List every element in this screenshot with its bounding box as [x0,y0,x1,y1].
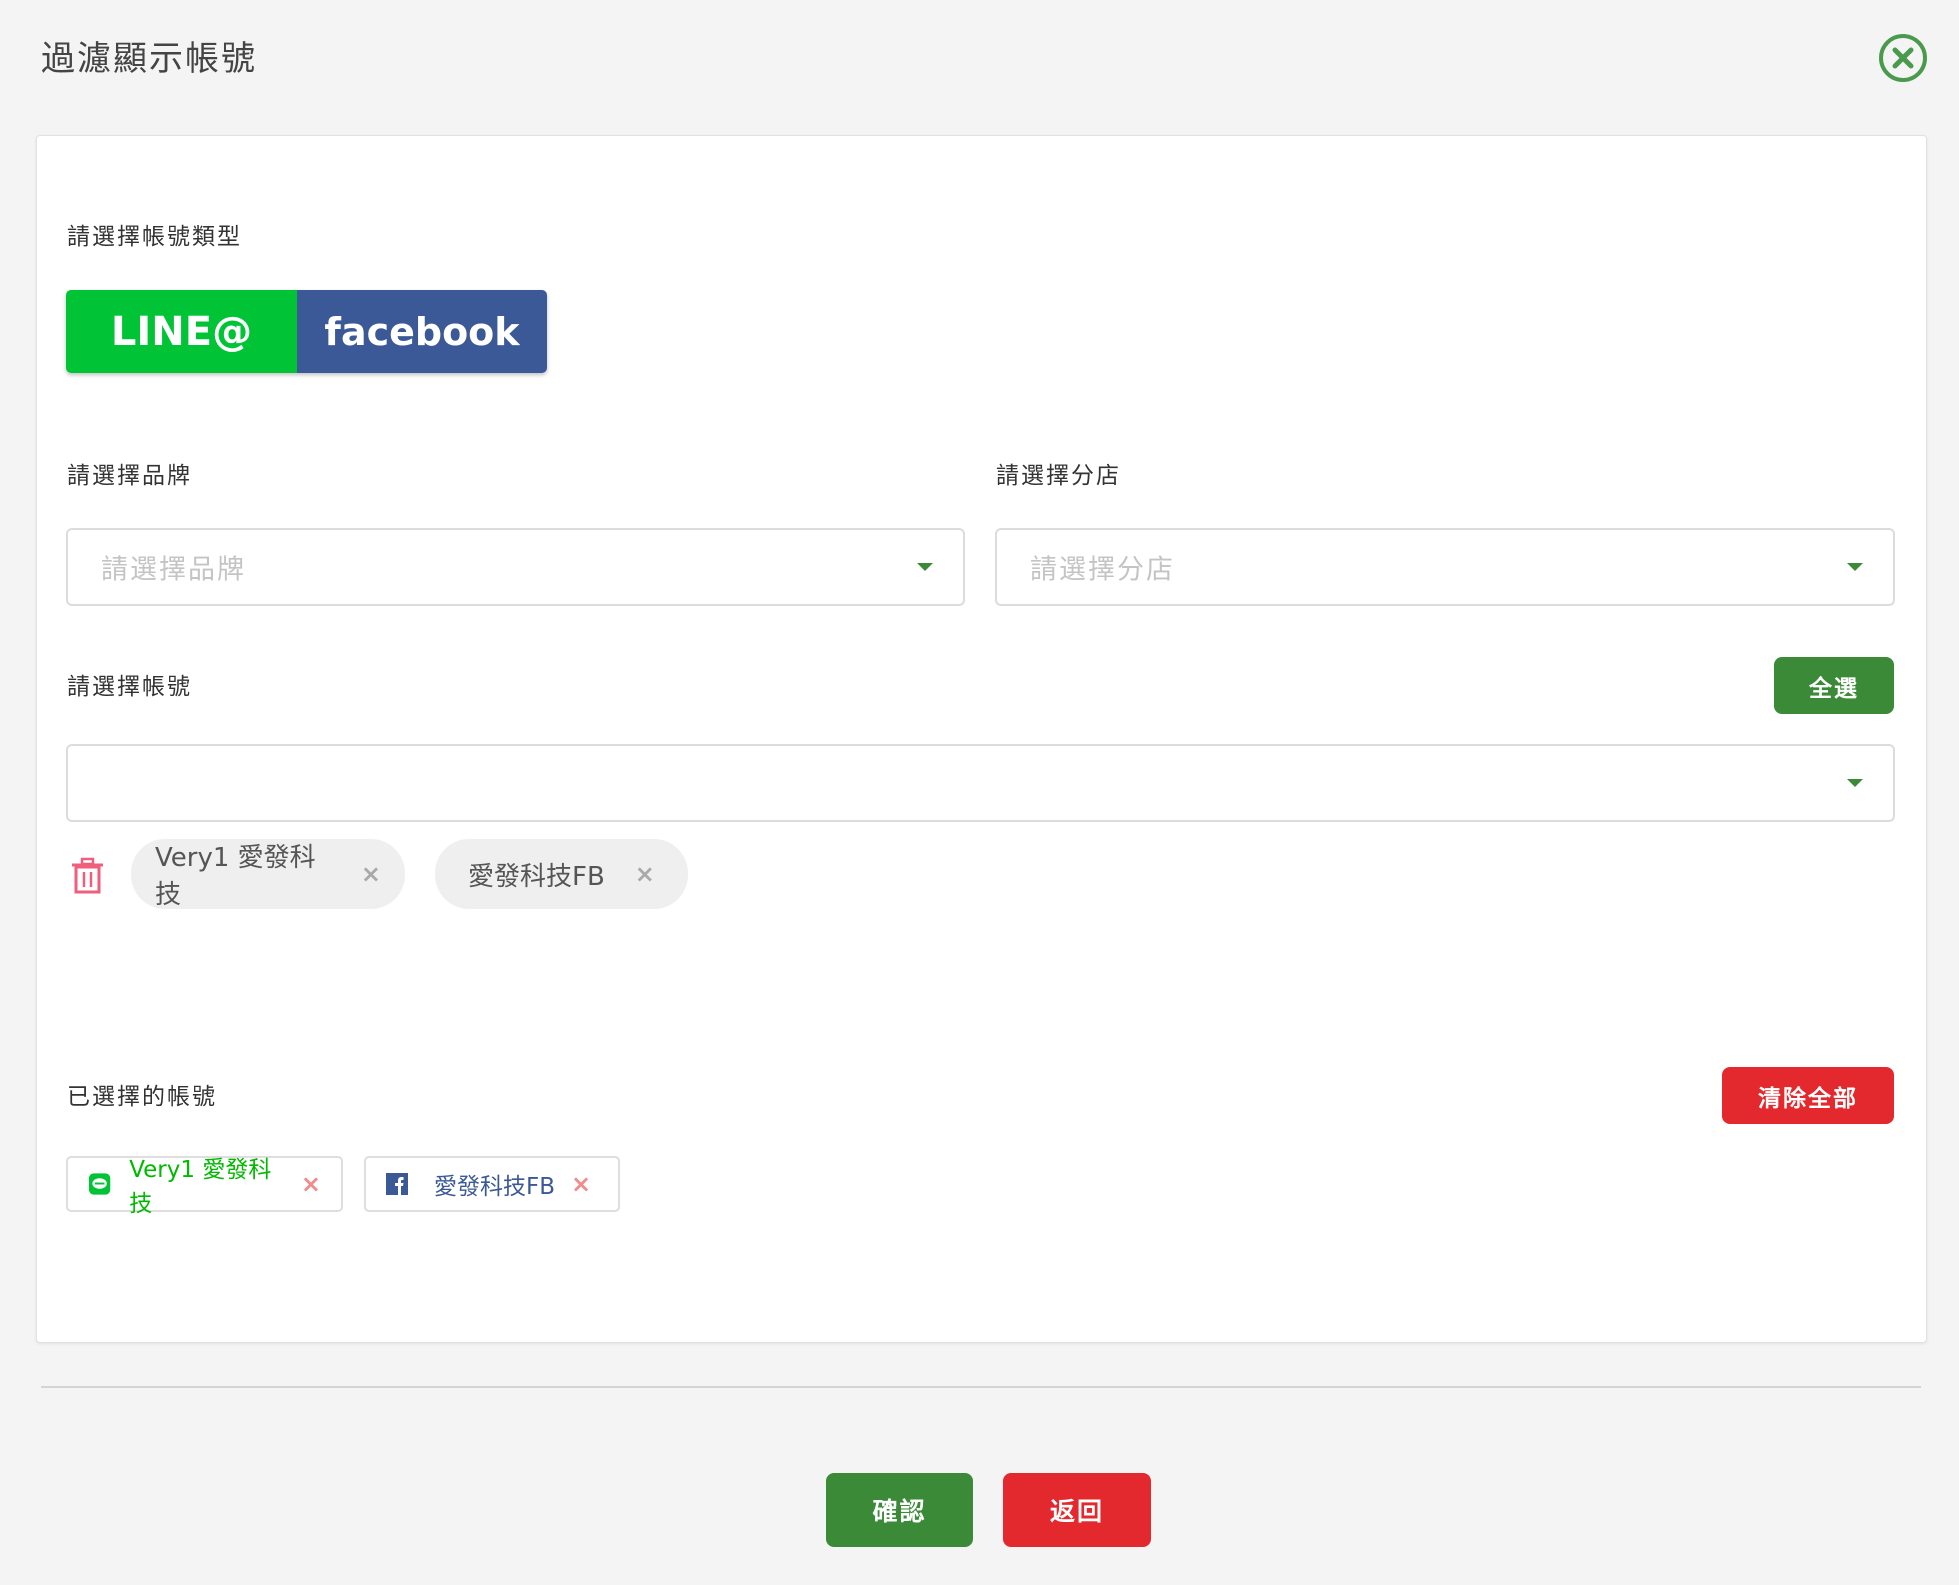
branch-label: 請選擇分店 [996,463,1121,489]
chip-label: Very1 愛發科技 [155,843,316,910]
tag-remove-icon[interactable]: × [571,1170,591,1198]
footer-divider [41,1386,1921,1388]
chip-label: 愛發科技FB [468,861,605,892]
account-chip: Very1 愛發科技 × [131,839,405,910]
brand-select[interactable]: 請選擇品牌 [66,528,965,606]
trash-icon [72,857,103,894]
account-type-toggle: LINE@ facebook [66,290,547,373]
brand-placeholder: 請選擇品牌 [101,554,246,586]
facebook-type-button[interactable]: facebook [297,290,547,373]
selected-accounts-label: 已選擇的帳號 [67,1084,217,1110]
clear-all-button[interactable]: 清除全部 [1722,1067,1894,1124]
brand-label: 請選擇品牌 [67,463,192,489]
back-button[interactable]: 返回 [1003,1473,1151,1547]
selected-tag-facebook: 愛發科技FB × [364,1156,620,1212]
account-type-label: 請選擇帳號類型 [67,224,242,250]
tag-label: Very1 愛發科技 [129,1157,272,1217]
tag-label: 愛發科技FB [434,1174,556,1200]
account-chip: 愛發科技FB × [435,839,688,909]
chevron-down-icon [1847,779,1863,787]
tag-remove-icon[interactable]: × [301,1170,321,1198]
line-icon [88,1173,111,1195]
selected-tag-line: Very1 愛發科技 × [66,1156,343,1217]
circle-x-icon [1879,34,1927,82]
close-button[interactable] [1878,33,1928,83]
clear-chips-button[interactable] [70,857,105,894]
dialog-title: 過濾顯示帳號 [41,39,257,79]
chip-remove-icon[interactable]: × [361,860,381,888]
chevron-down-icon [917,563,933,571]
line-type-button[interactable]: LINE@ [66,290,297,373]
select-all-button[interactable]: 全選 [1774,657,1894,714]
facebook-icon [386,1173,408,1195]
chip-remove-icon[interactable]: × [635,860,655,888]
branch-select[interactable]: 請選擇分店 [995,528,1895,606]
account-label: 請選擇帳號 [67,674,192,700]
confirm-button[interactable]: 確認 [826,1473,973,1547]
account-select[interactable] [66,744,1895,822]
branch-placeholder: 請選擇分店 [1030,554,1175,586]
chevron-down-icon [1847,563,1863,571]
